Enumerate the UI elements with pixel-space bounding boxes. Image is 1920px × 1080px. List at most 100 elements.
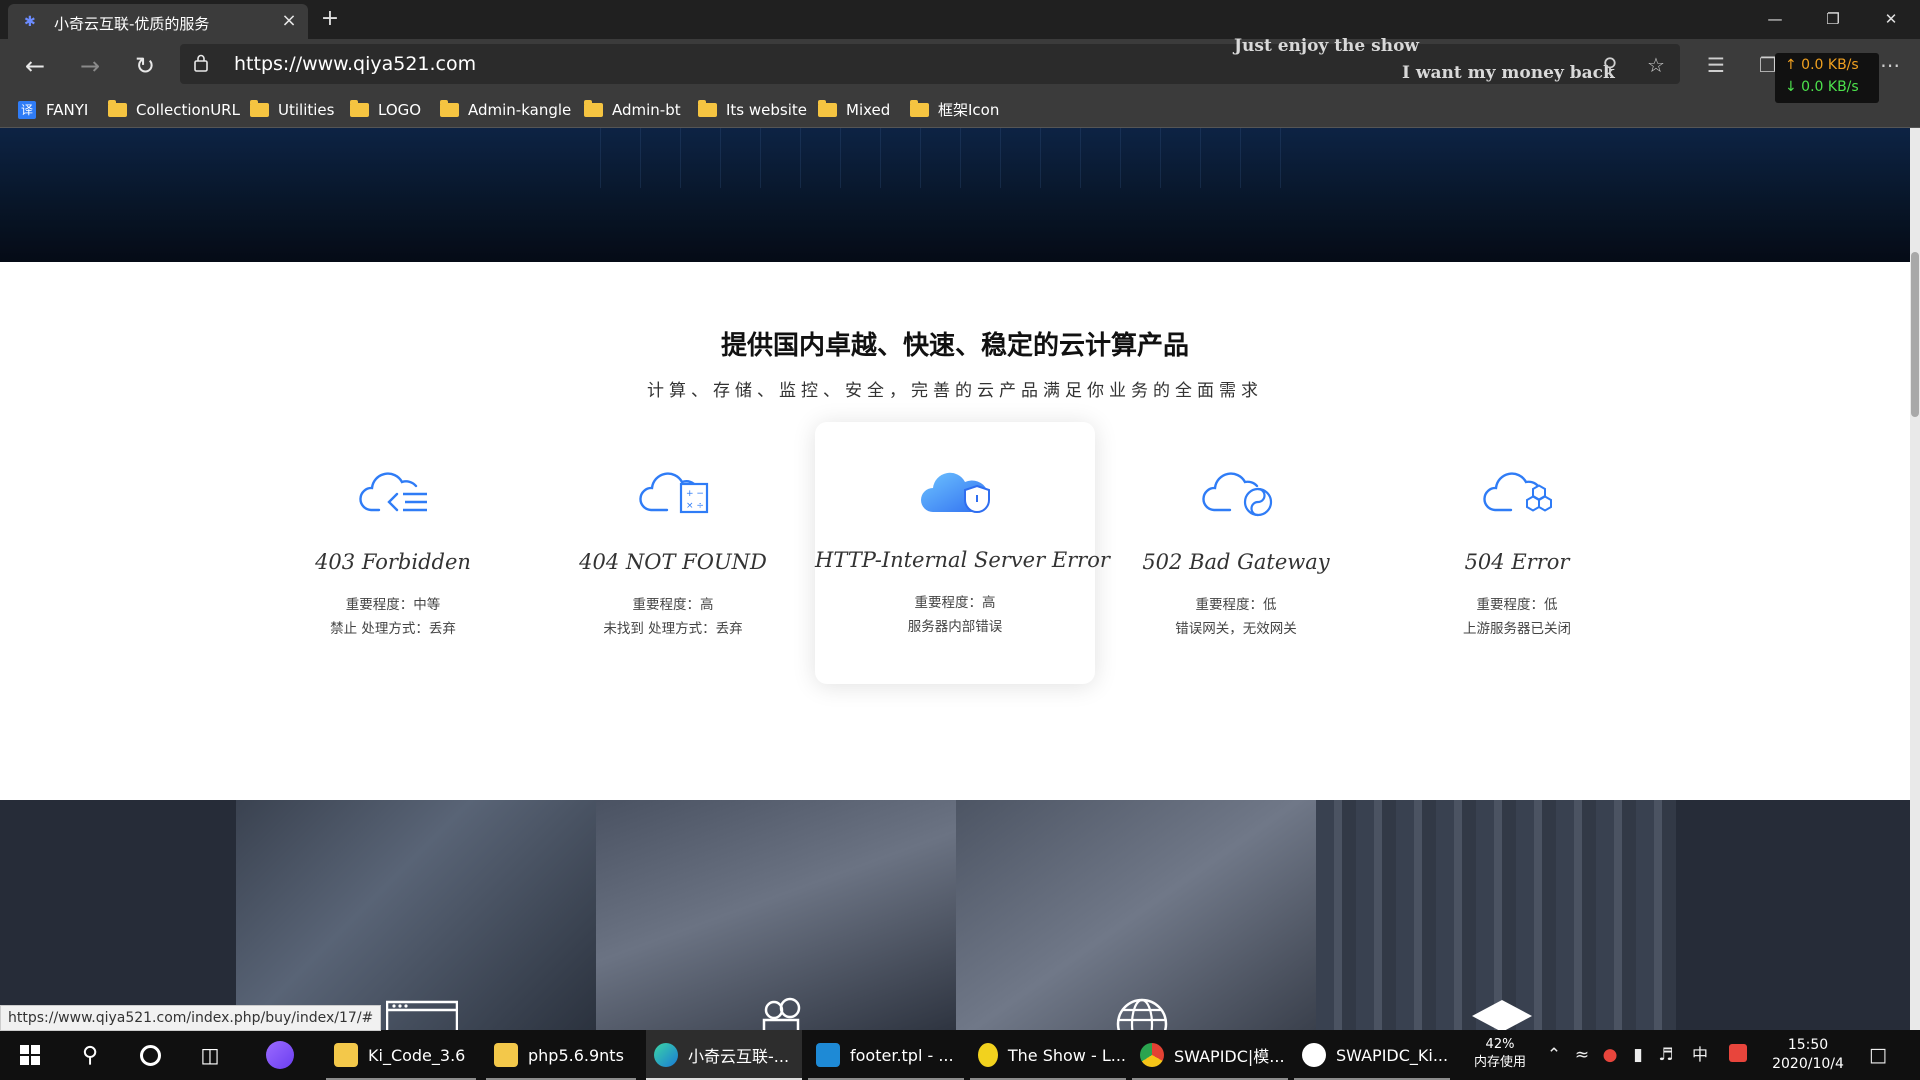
- card-importance: 重要程度：高: [632, 597, 714, 613]
- bookmark-frame-icon[interactable]: 框架Icon: [910, 92, 999, 127]
- chevron-up-icon[interactable]: ⌃: [1542, 1044, 1566, 1066]
- memory-label: 内存使用: [1473, 1055, 1526, 1070]
- restore-button[interactable]: ❐: [1810, 6, 1856, 32]
- more-menu-icon[interactable]: ⋯: [1876, 51, 1904, 79]
- bookmark-mixed[interactable]: Mixed: [818, 92, 890, 127]
- bookmark-logo[interactable]: LOGO: [350, 92, 421, 127]
- browser-window-icon: [386, 1000, 458, 1030]
- bookmark-admin-kangle[interactable]: Admin-kangle: [440, 92, 571, 127]
- bookmark-utilities[interactable]: Utilities: [250, 92, 334, 127]
- card-description: 错误网关，无效网关: [1175, 621, 1297, 637]
- feature-panel-2[interactable]: [596, 800, 956, 1030]
- product-card-404[interactable]: + − × ÷ 404 NOT FOUND 重要程度：高 未找到 处理方式：丢弃: [533, 422, 813, 684]
- ime-indicator[interactable]: 中: [1688, 1044, 1712, 1066]
- cloud-code-icon: [359, 472, 427, 512]
- folder-icon: [350, 99, 369, 117]
- section-heading: 提供国内卓越、快速、稳定的云计算产品: [720, 331, 1189, 361]
- feature-panel-3[interactable]: [956, 800, 1316, 1030]
- bookmark-collectionurl[interactable]: CollectionURL: [108, 92, 240, 127]
- bookmark-label: Its website: [726, 100, 807, 119]
- browser-toolbar: ← → ↻ https://www.qiya521.com Just enjoy…: [0, 36, 1920, 92]
- tab-title: 小奇云互联-优质的服务: [54, 15, 210, 33]
- card-description: 未找到 处理方式：丢弃: [603, 621, 743, 637]
- network-speed-overlay: ↑ 0.0 KB/s ↓ 0.0 KB/s: [1775, 53, 1879, 103]
- url-text: https://www.qiya521.com: [234, 53, 477, 75]
- bookmark-fanyi[interactable]: 译 FANYI: [18, 92, 88, 127]
- bookmark-label: Mixed: [846, 100, 891, 119]
- taskbar-app-vscode[interactable]: footer.tpl - ...: [808, 1030, 964, 1080]
- wifi-icon[interactable]: ≈: [1570, 1044, 1594, 1066]
- card-importance: 重要程度：低: [1476, 597, 1558, 613]
- bookmark-admin-bt[interactable]: Admin-bt: [584, 92, 681, 127]
- tray-app-icon[interactable]: ●: [1598, 1044, 1622, 1066]
- clock-date: 2020/10/4: [1772, 1056, 1844, 1072]
- notification-center-icon[interactable]: □: [1866, 1044, 1890, 1066]
- back-icon[interactable]: ←: [18, 49, 52, 83]
- taskbar-app-swapidc[interactable]: SWAPIDC_Ki...: [1294, 1030, 1450, 1080]
- volume-icon[interactable]: ♬: [1654, 1044, 1678, 1066]
- section-subheading: 计算、存储、监控、安全，完善的云产品满足你业务的全面需求: [647, 381, 1263, 401]
- svg-text:+ −: + −: [686, 489, 704, 499]
- taskbar-app-php[interactable]: php5.6.9nts: [486, 1030, 636, 1080]
- folder-icon: [584, 99, 603, 117]
- card-description: 禁止 处理方式：丢弃: [330, 621, 456, 637]
- cortana-icon[interactable]: [132, 1030, 168, 1080]
- folder-icon: [494, 1043, 518, 1067]
- assistant-app-icon[interactable]: [262, 1030, 298, 1080]
- product-card-500[interactable]: HTTP-Internal Server Error 重要程度：高 服务器内部错…: [815, 422, 1110, 684]
- bookmark-label: Utilities: [278, 100, 335, 119]
- task-view-icon[interactable]: ◫: [192, 1030, 228, 1080]
- clock[interactable]: 15:50 2020/10/4: [1760, 1036, 1856, 1074]
- minimize-button[interactable]: —: [1752, 6, 1798, 32]
- card-title: 403 Forbidden: [315, 550, 471, 574]
- favorites-list-icon[interactable]: ☰: [1702, 51, 1730, 79]
- start-button[interactable]: [12, 1030, 48, 1080]
- memory-usage-widget[interactable]: 42% 内存使用: [1462, 1036, 1538, 1072]
- product-card-403[interactable]: 403 Forbidden 重要程度：中等 禁止 处理方式：丢弃: [253, 422, 533, 684]
- cloud-hexagon-icon: [1483, 472, 1552, 512]
- forward-icon[interactable]: →: [73, 49, 107, 83]
- card-title: 504 Error: [1464, 550, 1570, 574]
- favorite-star-icon[interactable]: ☆: [1642, 51, 1670, 79]
- taskbar-app-label: SWAPIDC|模...: [1174, 1047, 1285, 1066]
- vscode-icon: [816, 1043, 840, 1067]
- bookmark-label: Admin-bt: [612, 100, 681, 119]
- product-card-504[interactable]: 504 Error 重要程度：低 上游服务器已关闭: [1377, 422, 1657, 684]
- windows-taskbar: ⚲ ◫ Ki_Code_3.6 php5.6.9nts 小奇云互联-... fo…: [0, 1030, 1920, 1080]
- cloud-yinyang-icon: [1202, 472, 1273, 517]
- edge-icon: [654, 1043, 678, 1067]
- browser-tab[interactable]: ✱ 小奇云互联-优质的服务 ×: [8, 4, 308, 39]
- search-icon[interactable]: ⚲: [72, 1030, 108, 1080]
- taskbar-app-edge[interactable]: 小奇云互联-...: [646, 1030, 802, 1080]
- feature-panel-1[interactable]: [236, 800, 596, 1030]
- taskbar-app-label: footer.tpl - ...: [850, 1045, 954, 1065]
- hero-banner: [0, 128, 1910, 262]
- card-title: 502 Bad Gateway: [1142, 550, 1330, 574]
- product-card-502[interactable]: 502 Bad Gateway 重要程度：低 错误网关，无效网关: [1096, 422, 1376, 684]
- folder-icon: [250, 99, 269, 117]
- bookmark-label: 框架Icon: [938, 101, 1000, 119]
- window-close-button[interactable]: ✕: [1868, 6, 1914, 32]
- search-icon[interactable]: ⚲: [1596, 51, 1624, 79]
- windows-logo-icon: [20, 1045, 40, 1065]
- tab-close-icon[interactable]: ×: [278, 10, 300, 32]
- battery-icon[interactable]: ▮: [1626, 1044, 1650, 1066]
- taskbar-app-music[interactable]: The Show - L...: [970, 1030, 1126, 1080]
- svg-text:× ÷: × ÷: [686, 501, 704, 511]
- bookmark-label: LOGO: [378, 100, 422, 119]
- feature-panel-4[interactable]: [1316, 800, 1676, 1030]
- translate-icon: 译: [18, 100, 36, 119]
- scrollbar-thumb[interactable]: [1911, 252, 1919, 417]
- sogou-input-icon[interactable]: [1726, 1044, 1750, 1066]
- new-tab-button[interactable]: +: [316, 5, 344, 33]
- taskbar-app-label: 小奇云互联-...: [688, 1047, 790, 1066]
- site-favicon-icon: ✱: [24, 14, 36, 30]
- taskbar-app-label: Ki_Code_3.6: [368, 1045, 466, 1065]
- bookmark-label: FANYI: [46, 100, 89, 119]
- taskbar-app-chrome[interactable]: SWAPIDC|模...: [1132, 1030, 1288, 1080]
- bookmark-its-website[interactable]: Its website: [698, 92, 807, 127]
- cloud-shield-icon: [921, 472, 990, 514]
- taskbar-app-ki-code[interactable]: Ki_Code_3.6: [326, 1030, 476, 1080]
- refresh-icon[interactable]: ↻: [128, 49, 162, 83]
- lyric-line-1: Just enjoy the show: [1234, 36, 1420, 56]
